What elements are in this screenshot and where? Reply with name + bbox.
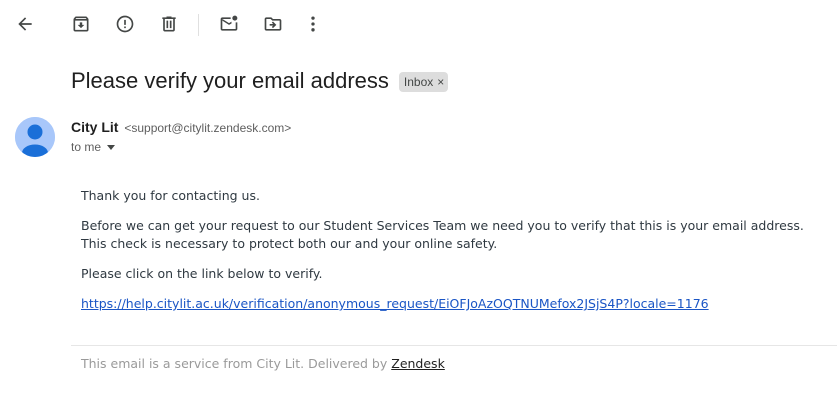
label-chip-text: Inbox [403, 75, 434, 89]
inbox-label-chip[interactable]: Inbox × [398, 72, 449, 92]
verification-link[interactable]: https://help.citylit.ac.uk/verification/… [81, 296, 709, 311]
chevron-down-icon [107, 144, 116, 150]
message-footer: This email is a service from City Lit. D… [81, 356, 445, 371]
zendesk-link[interactable]: Zendesk [391, 356, 445, 371]
delete-icon [162, 16, 176, 32]
sender-email: <support@citylit.zendesk.com> [124, 121, 292, 135]
email-subject: Please verify your email address [71, 68, 389, 93]
back-button[interactable] [7, 6, 43, 42]
back-arrow-icon [18, 17, 32, 31]
recipient-text: to me [71, 140, 102, 154]
remove-label-icon[interactable]: × [437, 75, 444, 89]
recipient-details-toggle[interactable]: to me [71, 140, 116, 154]
footer-divider [71, 345, 837, 346]
subject-row: Please verify your email address Inbox × [71, 68, 449, 94]
report-spam-icon [116, 15, 134, 33]
sender-name[interactable]: City Lit [71, 119, 118, 135]
message-toolbar [0, 0, 837, 50]
toolbar-divider [198, 14, 199, 36]
more-vert-icon [311, 16, 315, 32]
body-paragraph-request: Before we can get your request to our St… [81, 218, 804, 251]
archive-icon [73, 16, 89, 32]
sender-avatar[interactable] [15, 117, 55, 157]
delete-button[interactable] [151, 6, 187, 42]
mark-unread-button[interactable] [211, 6, 247, 42]
footer-text: This email is a service from City Lit. D… [81, 356, 392, 371]
person-icon [15, 117, 55, 157]
archive-button[interactable] [63, 6, 99, 42]
report-spam-button[interactable] [107, 6, 143, 42]
move-to-button[interactable] [255, 6, 291, 42]
message-body: Thank you for contacting us. Before we c… [81, 187, 821, 325]
mark-unread-icon [220, 15, 238, 31]
sender-row: City Lit <support@citylit.zendesk.com> [71, 119, 291, 135]
body-paragraph-greeting: Thank you for contacting us. [81, 188, 260, 203]
body-paragraph-instruction: Please click on the link below to verify… [81, 266, 323, 281]
more-options-button[interactable] [295, 6, 331, 42]
move-to-icon [264, 17, 282, 31]
